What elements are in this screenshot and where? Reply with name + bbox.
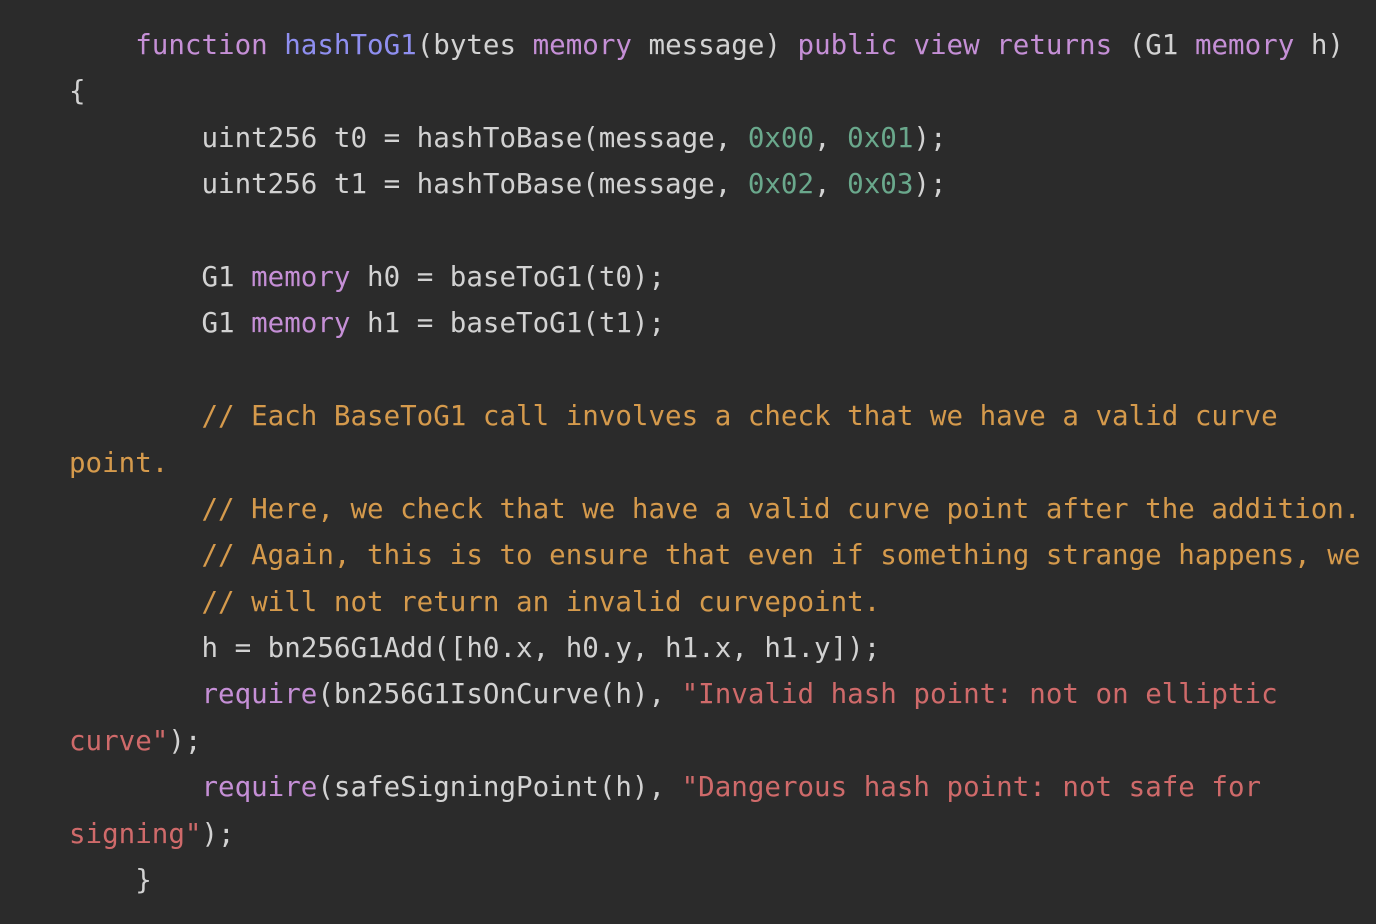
- code-token-default: [69, 539, 201, 571]
- code-line: uint256 t1 = hashToBase(message, 0x02, 0…: [69, 161, 1376, 207]
- code-line: // Here, we check that we have a valid c…: [69, 486, 1376, 532]
- code-token-default: [69, 29, 135, 61]
- code-token-comment: point.: [69, 446, 169, 479]
- code-token-default: [69, 493, 201, 525]
- code-token-number: 0x03: [847, 168, 914, 201]
- code-token-default: [980, 29, 997, 61]
- code-token-default: [69, 771, 201, 803]
- code-line: require(safeSigningPoint(h), "Dangerous …: [69, 764, 1376, 810]
- code-token-default: );: [913, 168, 947, 201]
- code-token-number: 0x00: [747, 121, 815, 154]
- code-token-comment: // Each BaseToG1 call involves a check t…: [201, 400, 1278, 433]
- code-token-default: uint256 t1 = hashToBase(message,: [69, 168, 748, 201]
- code-line: point.: [69, 440, 1376, 486]
- code-token-default: ,: [814, 168, 848, 201]
- code-token-keyword: memory: [1194, 29, 1295, 61]
- code-token-string: "Invalid hash point: not on elliptic: [681, 678, 1278, 711]
- code-line: function hashToG1(bytes memory message) …: [69, 22, 1376, 68]
- code-token-keyword: view: [913, 29, 980, 61]
- code-token-keyword: require: [201, 678, 318, 711]
- code-token-default: (bytes: [416, 29, 533, 61]
- code-token-default: uint256 t0 = hashToBase(message,: [69, 121, 748, 154]
- code-line: uint256 t0 = hashToBase(message, 0x00, 0…: [69, 115, 1376, 161]
- code-token-comment: // will not return an invalid curvepoint…: [201, 585, 881, 618]
- code-token-default: (safeSigningPoint(h),: [317, 771, 682, 804]
- code-token-default: G1: [69, 307, 252, 340]
- code-token-default: [897, 29, 914, 61]
- code-token-keyword: memory: [532, 29, 632, 61]
- code-token-keyword: require: [201, 771, 318, 804]
- code-token-function-name: hashToG1: [284, 29, 417, 61]
- code-token-default: [69, 586, 201, 618]
- code-token-keyword: memory: [251, 307, 351, 340]
- code-token-string: curve": [69, 724, 169, 757]
- code-token-default: G1: [69, 260, 252, 293]
- code-line: // will not return an invalid curvepoint…: [69, 579, 1376, 625]
- code-token-number: 0x02: [747, 168, 815, 201]
- code-token-keyword: memory: [251, 260, 351, 293]
- code-token-default: );: [168, 724, 202, 757]
- code-token-default: [69, 678, 201, 710]
- code-token-default: [69, 400, 201, 432]
- code-line: signing");: [69, 811, 1376, 857]
- code-line: // Each BaseToG1 call involves a check t…: [69, 393, 1376, 439]
- code-token-default: (bn256G1IsOnCurve(h),: [317, 678, 682, 711]
- code-token-default: message): [631, 29, 798, 61]
- code-line: G1 memory h0 = baseToG1(t0);: [69, 254, 1376, 300]
- code-token-default: [268, 29, 285, 61]
- code-token-default: (G1: [1112, 29, 1195, 61]
- code-token-default: h1 = baseToG1(t1);: [350, 307, 666, 340]
- code-line: }: [69, 857, 1376, 903]
- code-token-keyword: function: [135, 29, 268, 61]
- code-token-default: ,: [814, 121, 848, 154]
- code-token-default: h = bn256G1Add([h0.x, h0.y, h1.x, h1.y])…: [69, 632, 881, 665]
- code-editor: function hashToG1(bytes memory message) …: [0, 0, 1376, 924]
- code-token-number: 0x01: [847, 121, 914, 154]
- code-token-default: h0 = baseToG1(t0);: [350, 260, 666, 293]
- code-token-default: );: [201, 817, 235, 850]
- code-line: curve");: [69, 718, 1376, 764]
- code-token-comment: // Again, this is to ensure that even if…: [201, 539, 1361, 572]
- code-token-default: h): [1294, 29, 1344, 61]
- code-token-string: "Dangerous hash point: not safe for: [681, 771, 1262, 804]
- code-line: {: [69, 68, 1376, 114]
- code-token-default: }: [69, 864, 152, 897]
- code-token-string: signing": [69, 817, 202, 850]
- code-line: h = bn256G1Add([h0.x, h0.y, h1.x, h1.y])…: [69, 625, 1376, 671]
- code-token-comment: // Here, we check that we have a valid c…: [201, 492, 1361, 525]
- code-token-default: );: [913, 121, 947, 154]
- code-token-default: {: [69, 75, 86, 108]
- code-token-keyword: public: [797, 29, 897, 61]
- code-line: G1 memory h1 = baseToG1(t1);: [69, 300, 1376, 346]
- code-line: // Again, this is to ensure that even if…: [69, 532, 1376, 578]
- code-line: require(bn256G1IsOnCurve(h), "Invalid ha…: [69, 671, 1376, 717]
- code-token-keyword: returns: [996, 29, 1113, 61]
